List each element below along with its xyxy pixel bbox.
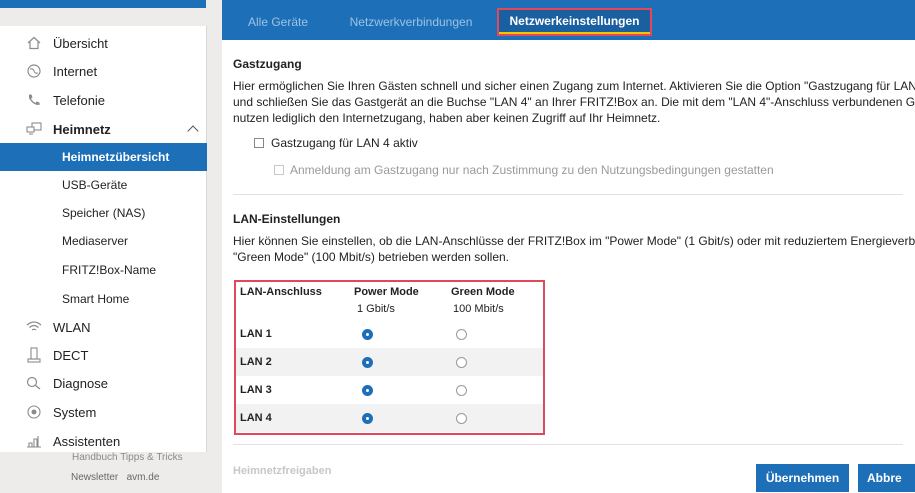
sidebar-item-dect[interactable]: DECT	[0, 342, 207, 368]
sidebar-subitem-label: FRITZ!Box-Name	[62, 263, 157, 277]
green-mode-radio[interactable]	[456, 357, 467, 368]
wifi-icon	[26, 319, 42, 335]
col-header-power: Power Mode	[354, 286, 419, 298]
sidebar-subitem-usb-geraete[interactable]: USB-Geräte	[0, 171, 207, 199]
tab-label: Netzwerkverbindungen	[349, 15, 473, 29]
lan-port-label: LAN 1	[240, 328, 272, 340]
lan-port-label: LAN 2	[240, 356, 272, 368]
globe-icon	[26, 63, 42, 79]
lan-mode-table: LAN-Anschluss Power Mode 1 Gbit/s Green …	[234, 280, 545, 435]
sidebar-item-label: DECT	[53, 347, 89, 363]
tab-label: Netzwerkeinstellungen	[509, 14, 640, 28]
guest-heading: Gastzugang	[233, 57, 302, 71]
table-row: LAN 1	[236, 320, 543, 348]
sidebar-subitem-label: Heimnetzübersicht	[62, 150, 170, 164]
footer-handbuch-tipps-link[interactable]: Handbuch Tipps & Tricks	[72, 452, 183, 463]
col-header-power-speed: 1 Gbit/s	[357, 303, 395, 315]
lan-port-label: LAN 4	[240, 412, 272, 424]
sidebar-item-label: Übersicht	[53, 35, 108, 51]
main-panel: Alle Geräte Netzwerkverbindungen Netzwer…	[222, 0, 915, 493]
sidebar-item-wlan[interactable]: WLAN	[0, 314, 207, 340]
network-icon	[26, 121, 42, 137]
cancel-button[interactable]: Abbre	[858, 464, 915, 492]
diagnose-icon	[26, 375, 42, 391]
wizard-icon	[26, 433, 42, 449]
sidebar-item-uebersicht[interactable]: Übersicht	[0, 30, 207, 56]
green-mode-radio[interactable]	[456, 385, 467, 396]
system-icon	[26, 404, 42, 420]
sidebar-item-diagnose[interactable]: Diagnose	[0, 370, 207, 396]
sidebar-subitem-label: Mediaserver	[62, 234, 129, 248]
phone-icon	[26, 92, 42, 108]
heimnetzfreigaben-heading: Heimnetzfreigaben	[233, 465, 332, 477]
sidebar-item-telefonie[interactable]: Telefonie	[0, 87, 207, 113]
dect-icon	[26, 347, 42, 363]
apply-button[interactable]: Übernehmen	[756, 464, 849, 492]
content-area: Gastzugang Hier ermöglichen Sie Ihren Gä…	[222, 40, 915, 493]
power-mode-radio[interactable]	[362, 357, 373, 368]
tab-label: Alle Geräte	[247, 15, 309, 29]
sidebar-item-label: WLAN	[53, 319, 91, 335]
lan-heading: LAN-Einstellungen	[233, 212, 341, 226]
sidebar-subitem-mediaserver[interactable]: Mediaserver	[0, 227, 207, 255]
sidebar-item-label: System	[53, 404, 97, 420]
sidebar: Übersicht Internet Telefonie Heimnetz He…	[0, 26, 207, 456]
green-mode-radio[interactable]	[456, 413, 467, 424]
sidebar-subitem-fritzbox-name[interactable]: FRITZ!Box-Name	[0, 256, 207, 284]
power-mode-radio[interactable]	[362, 413, 373, 424]
section-divider	[233, 444, 903, 445]
home-icon	[26, 35, 42, 51]
sidebar-subitem-label: Speicher (NAS)	[62, 206, 146, 220]
tab-netzwerkverbindungen[interactable]: Netzwerkverbindungen	[336, 10, 486, 34]
sidebar-item-internet[interactable]: Internet	[0, 58, 207, 84]
tab-netzwerkeinstellungen[interactable]: Netzwerkeinstellungen	[497, 8, 652, 36]
sidebar-subitem-smart-home[interactable]: Smart Home	[0, 285, 207, 313]
sidebar-item-label: Assistenten	[53, 433, 121, 449]
sidebar-item-system[interactable]: System	[0, 399, 207, 425]
sidebar-item-heimnetz[interactable]: Heimnetz	[0, 116, 207, 142]
lan-description-line1: Hier können Sie einstellen, ob die LAN-A…	[233, 234, 915, 248]
sidebar-subitem-label: Smart Home	[62, 292, 130, 306]
guest-terms-checkbox[interactable]	[274, 165, 284, 175]
table-row: LAN 4	[236, 404, 543, 432]
power-mode-radio[interactable]	[362, 385, 373, 396]
sidebar-subitem-speicher[interactable]: Speicher (NAS)	[0, 199, 207, 227]
sidebar-item-label: Telefonie	[53, 92, 106, 108]
footer-avm-link[interactable]: avm.de	[127, 472, 160, 483]
col-header-green-speed: 100 Mbit/s	[453, 303, 504, 315]
lan-port-label: LAN 3	[240, 384, 272, 396]
sidebar-footer: Handbuch Tipps & Tricks Newsletter avm.d…	[0, 452, 207, 493]
green-mode-radio[interactable]	[456, 329, 467, 340]
top-accent-strip	[0, 0, 206, 8]
power-mode-radio[interactable]	[362, 329, 373, 340]
lan-description-line2: "Green Mode" (100 Mbit/s) betrieben werd…	[233, 250, 509, 264]
tab-bar: Alle Geräte Netzwerkverbindungen Netzwer…	[222, 0, 915, 40]
guest-description-line2: und schließen Sie das Gastgerät an die B…	[233, 95, 915, 109]
sidebar-item-label: Diagnose	[53, 375, 108, 391]
sidebar-subitem-label: USB-Geräte	[62, 178, 128, 192]
guest-access-checkbox[interactable]	[254, 138, 264, 148]
col-header-green: Green Mode	[451, 286, 515, 298]
col-header-port: LAN-Anschluss	[240, 286, 322, 298]
guest-terms-label: Anmeldung am Gastzugang nur nach Zustimm…	[290, 163, 774, 177]
guest-description-line3: nutzen lediglich den Internetzugang, hab…	[233, 111, 661, 125]
table-row: LAN 3	[236, 376, 543, 404]
section-divider	[233, 194, 903, 195]
chevron-up-icon[interactable]	[187, 125, 199, 137]
guest-access-label: Gastzugang für LAN 4 aktiv	[271, 136, 418, 150]
guest-description-line1: Hier ermöglichen Sie Ihren Gästen schnel…	[233, 79, 915, 93]
footer-links-row: Newsletter avm.de	[71, 472, 159, 483]
footer-newsletter-link[interactable]: Newsletter	[71, 472, 118, 483]
sidebar-item-assistenten[interactable]: Assistenten	[0, 428, 207, 454]
table-row: LAN 2	[236, 348, 543, 376]
sidebar-item-label: Internet	[53, 63, 98, 79]
sidebar-subitem-heimnetzuebersicht[interactable]: Heimnetzübersicht	[0, 143, 207, 171]
tab-alle-geraete[interactable]: Alle Geräte	[232, 10, 324, 34]
sidebar-item-label: Heimnetz	[53, 121, 111, 137]
